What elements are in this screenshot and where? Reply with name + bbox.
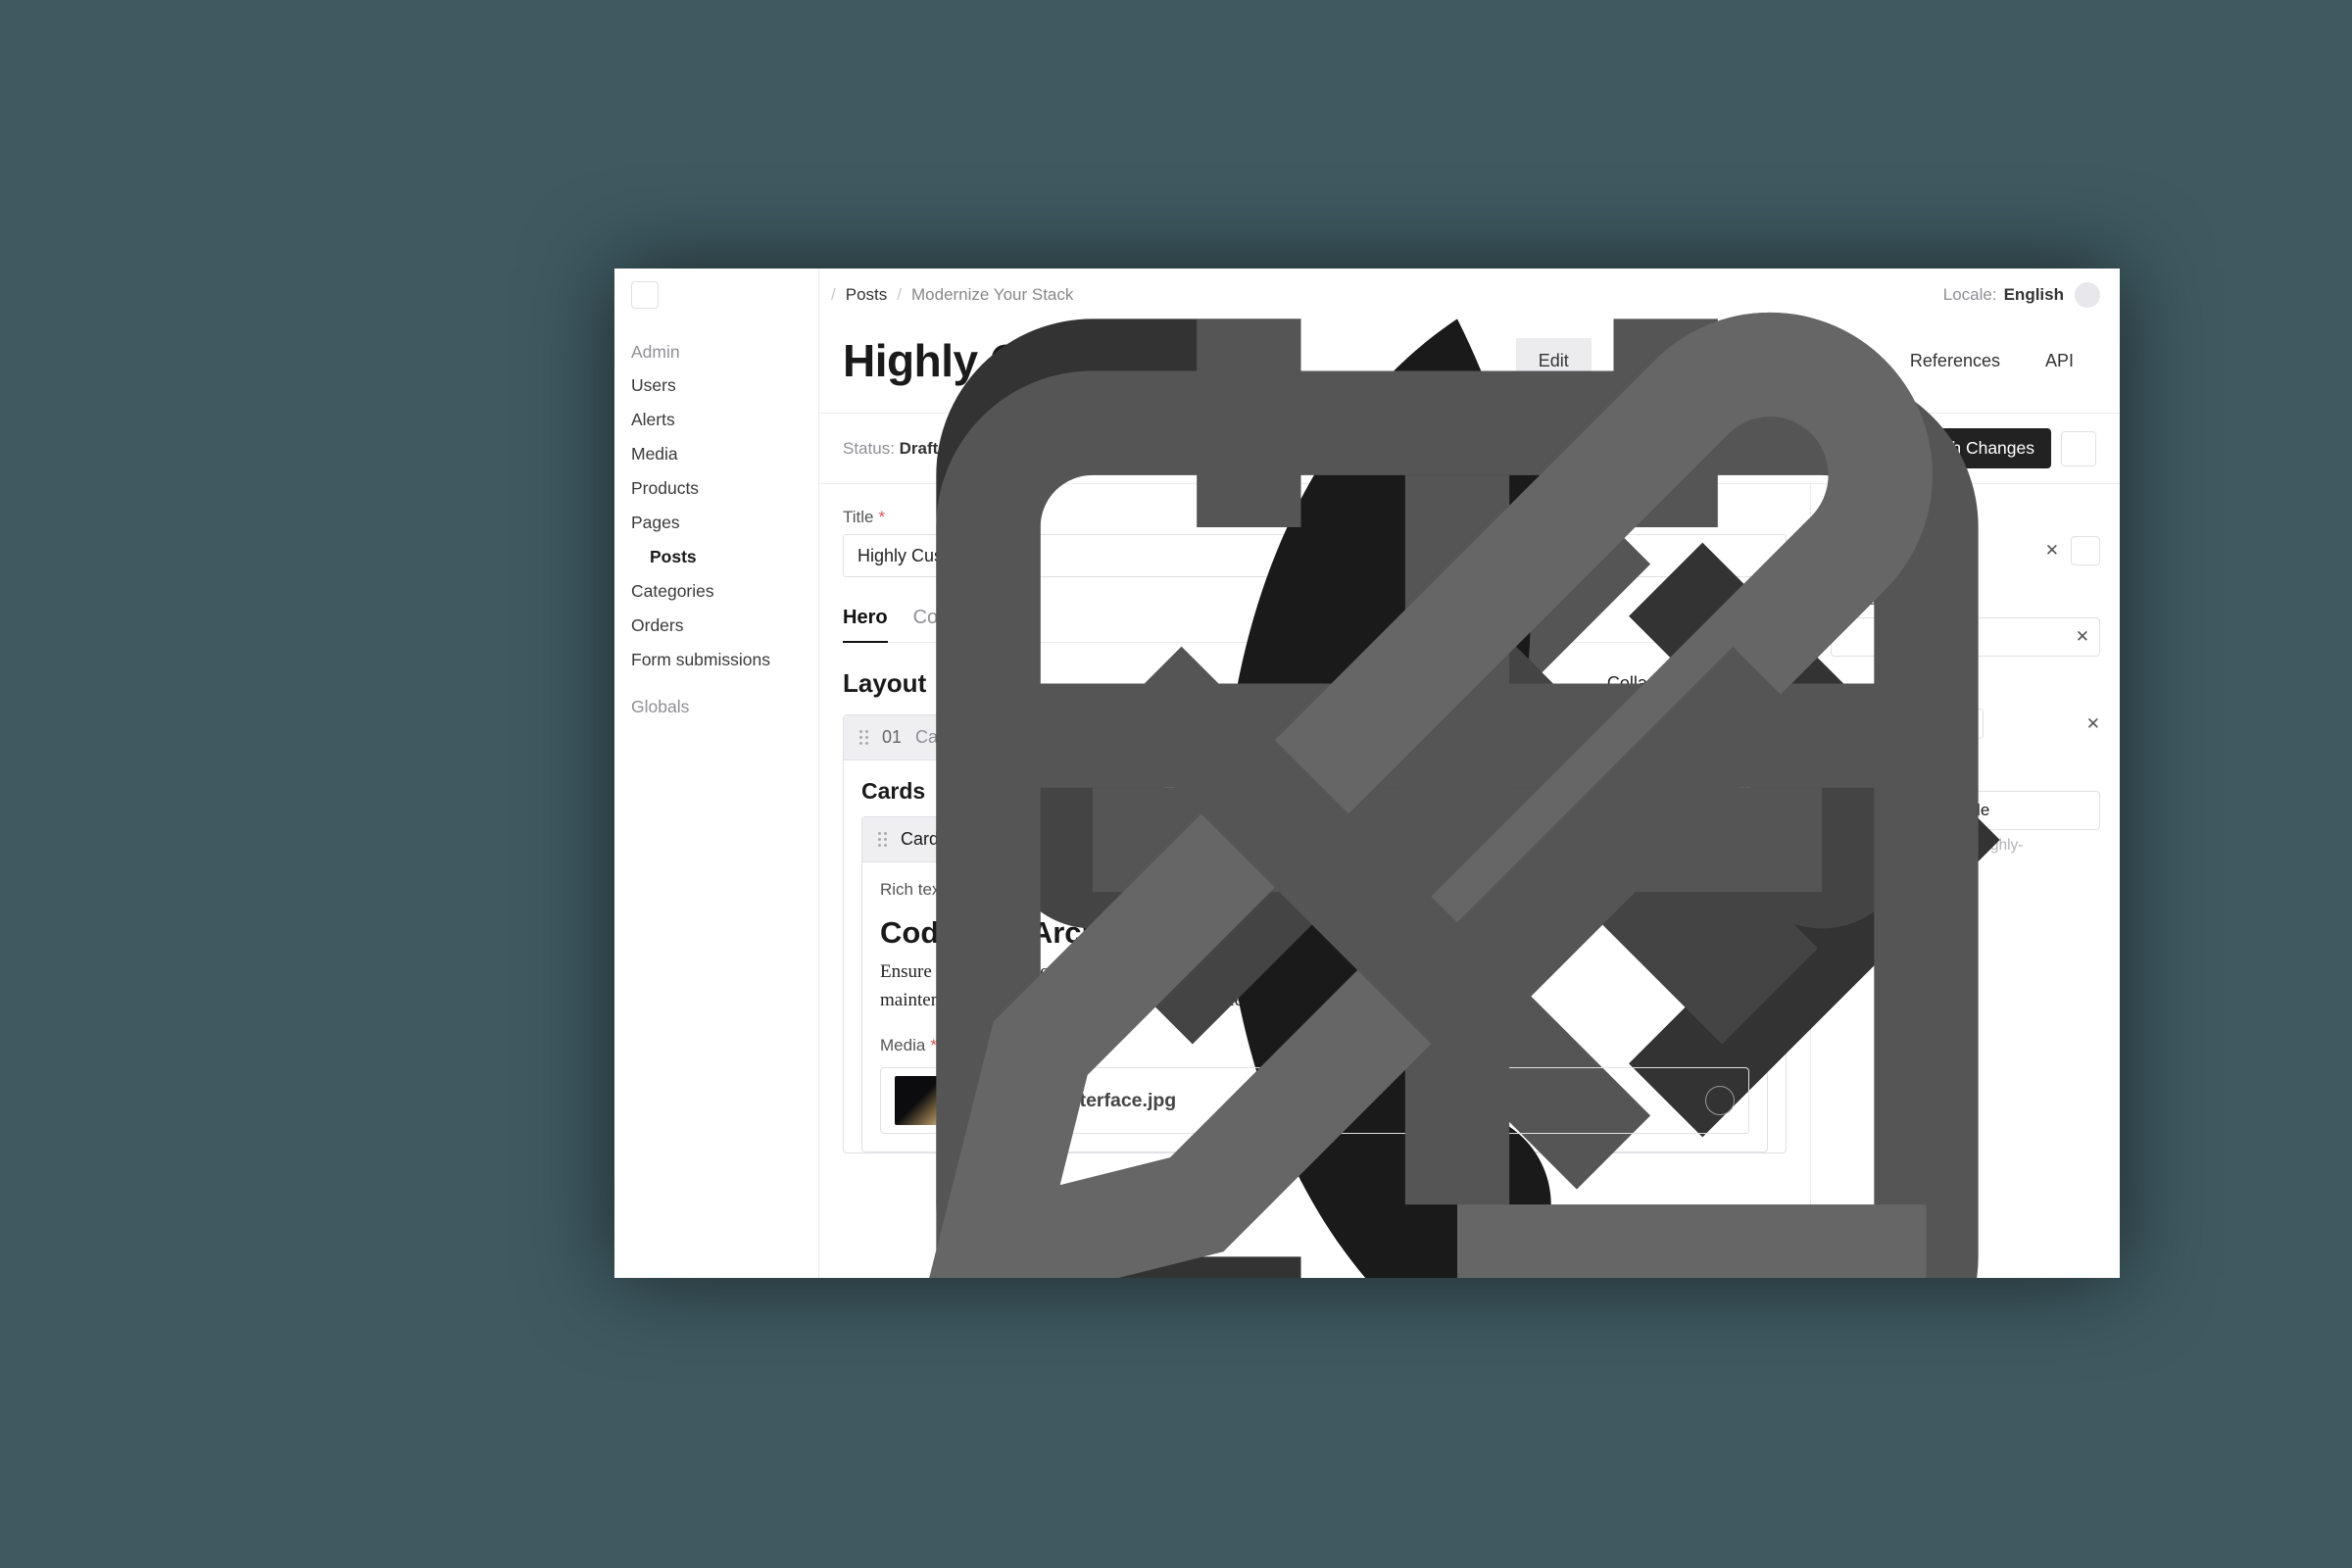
- body-split: Title* Hero Content Layout Collapse all …: [819, 484, 2120, 1278]
- sidepanel: Categories Updates ✕ ✕: [1810, 484, 2120, 1278]
- app-window: Admin Users Alerts Media Products Pages …: [614, 269, 2120, 1278]
- main: / Posts / Modernize Your Stack Locale: E…: [819, 269, 2120, 1278]
- chevron-down-icon[interactable]: [614, 269, 2120, 1278]
- authors-field: Authors* Sean Zubrickas ✕ ✕: [1831, 681, 2100, 739]
